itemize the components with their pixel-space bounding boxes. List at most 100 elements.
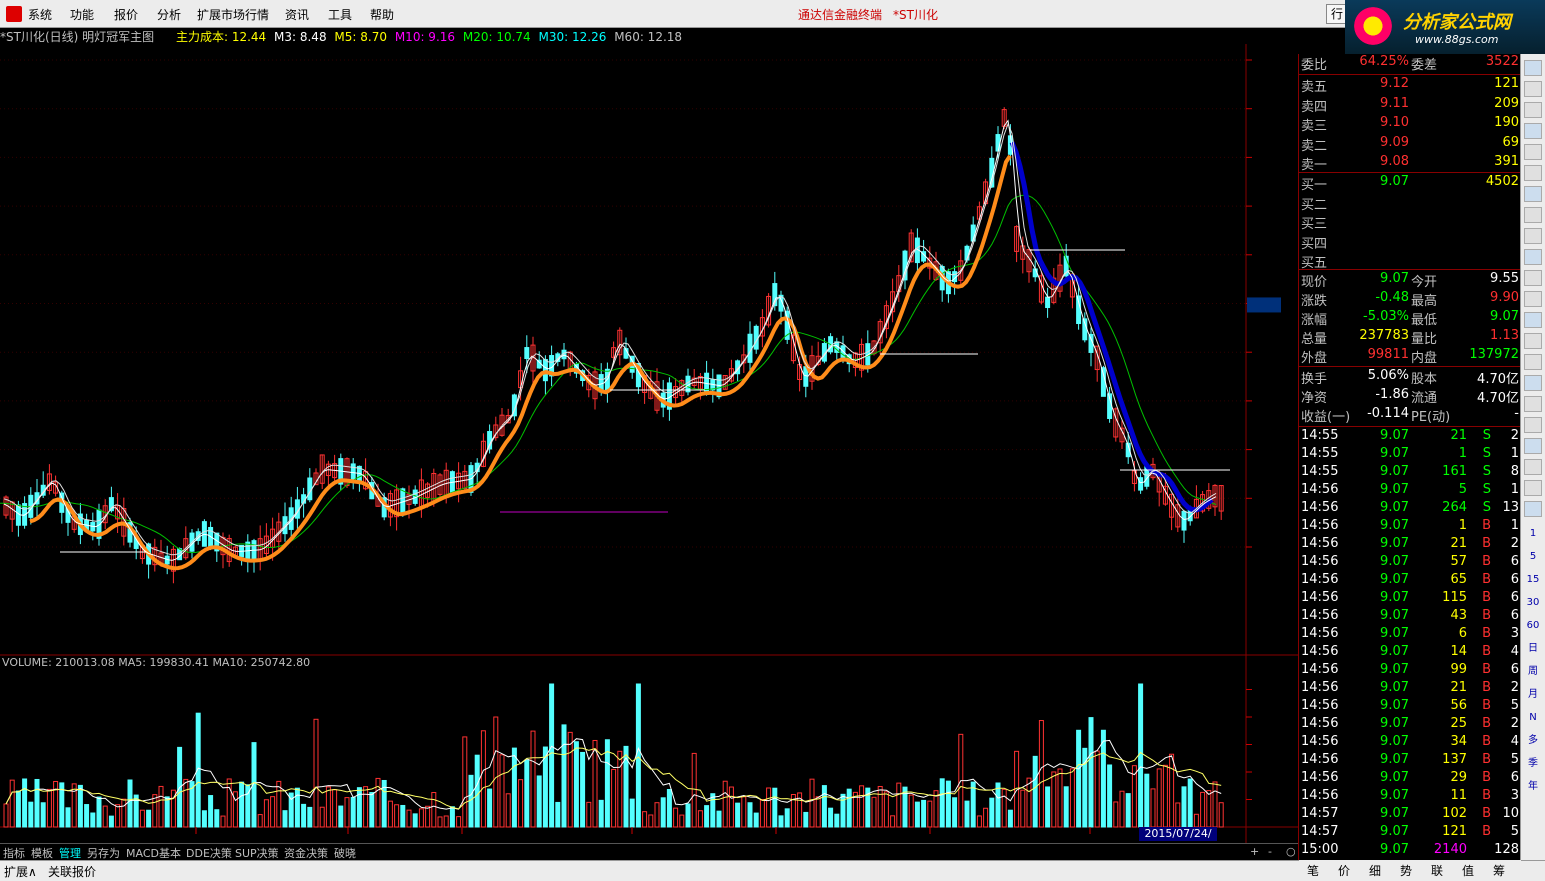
toolbar-tool-icon[interactable] xyxy=(1524,480,1542,496)
panel-tab[interactable]: 势 xyxy=(1400,862,1412,879)
panel-tab[interactable]: 细 xyxy=(1369,862,1381,879)
tick-price: 9.07 xyxy=(1380,572,1409,587)
related-quote-tab[interactable]: 关联报价 xyxy=(48,863,96,880)
toolbar-tool-icon[interactable] xyxy=(1524,459,1542,475)
menu-quote[interactable]: 报价 xyxy=(114,6,138,23)
menu-news[interactable]: 资讯 xyxy=(285,6,309,23)
fin-label: 换手 xyxy=(1301,372,1328,387)
tick-volume: 56 xyxy=(1450,698,1467,713)
menu-function[interactable]: 功能 xyxy=(70,6,94,23)
tick-time: 14:56 xyxy=(1301,644,1339,659)
menu-analysis[interactable]: 分析 xyxy=(157,6,181,23)
tick-side: B xyxy=(1482,608,1491,623)
volume-bar xyxy=(263,799,269,828)
toolbar-tool-icon[interactable] xyxy=(1524,438,1542,454)
indicator-tab[interactable]: 另存为 xyxy=(87,845,120,861)
bid-row: 买三 xyxy=(1299,213,1521,232)
period-button[interactable]: 周 xyxy=(1524,664,1542,680)
fin-value: -0.114 xyxy=(1367,406,1409,421)
period-button[interactable]: N xyxy=(1524,710,1542,726)
indicator-tab[interactable]: 破晓 xyxy=(334,845,356,861)
tab-control-button[interactable]: - xyxy=(1268,845,1272,858)
panel-tab[interactable]: 联 xyxy=(1431,862,1443,879)
volume-bar xyxy=(338,805,344,828)
panel-tab[interactable]: 价 xyxy=(1338,862,1350,879)
toolbar-tool-icon[interactable] xyxy=(1524,144,1542,160)
toolbar-tool-icon[interactable] xyxy=(1524,228,1542,244)
weibi-label: 委比 xyxy=(1301,58,1328,73)
tick-volume: 161 xyxy=(1442,464,1467,479)
ma-m3: M3: 8.48 xyxy=(274,30,327,44)
toolbar-tool-icon[interactable] xyxy=(1524,165,1542,181)
indicator-tab[interactable]: MACD基本 xyxy=(126,845,181,861)
volume-bar xyxy=(158,785,164,828)
menu-ext-market[interactable]: 扩展市场行情 xyxy=(197,6,269,23)
period-button[interactable]: 15 xyxy=(1524,572,1542,588)
tick-row: 15:00 9.07 2140 128 xyxy=(1299,842,1521,861)
candle xyxy=(1026,246,1032,283)
volume-bar xyxy=(1212,781,1218,828)
toolbar-tool-icon[interactable] xyxy=(1524,249,1542,265)
cost-line-orange xyxy=(29,154,1012,571)
indicator-tab[interactable]: 模板 xyxy=(31,845,53,861)
toolbar-tool-icon[interactable] xyxy=(1524,375,1542,391)
toolbar-tool-icon[interactable] xyxy=(1524,207,1542,223)
cost-label: 主力成本: 12.44 xyxy=(175,30,267,44)
indicator-tab[interactable]: SUP决策 xyxy=(235,845,279,861)
indicator-tab[interactable]: 资金决策 xyxy=(284,845,328,861)
tick-time: 14:56 xyxy=(1301,536,1339,551)
candle-body xyxy=(524,347,530,360)
indicator-tab[interactable]: 指标 xyxy=(3,845,25,861)
menu-system[interactable]: 系统 xyxy=(28,6,52,23)
expand-tab[interactable]: 扩展∧ xyxy=(4,863,37,880)
volume-bar xyxy=(1007,809,1013,828)
period-button[interactable]: 年 xyxy=(1524,779,1542,795)
period-button[interactable]: 30 xyxy=(1524,595,1542,611)
kline-chart[interactable] xyxy=(0,44,1298,844)
toolbar-tool-icon[interactable] xyxy=(1524,270,1542,286)
indicator-tab[interactable]: DDE决策 xyxy=(186,845,232,861)
volume-bar xyxy=(1218,802,1224,828)
period-button[interactable]: 月 xyxy=(1524,687,1542,703)
period-button[interactable]: 60 xyxy=(1524,618,1542,634)
volume-bar xyxy=(1138,683,1144,828)
toolbar-tool-icon[interactable] xyxy=(1524,501,1542,517)
toolbar-tool-icon[interactable] xyxy=(1524,396,1542,412)
toolbar-tool-icon[interactable] xyxy=(1524,81,1542,97)
volume-bar xyxy=(716,810,722,828)
candle xyxy=(499,407,505,437)
panel-tab[interactable]: 值 xyxy=(1462,862,1474,879)
volume-bar xyxy=(691,752,697,828)
volume-bar xyxy=(747,802,753,828)
volume-bar xyxy=(387,800,393,828)
toolbar-tool-icon[interactable] xyxy=(1524,354,1542,370)
period-button[interactable]: 5 xyxy=(1524,549,1542,565)
toolbar-tool-icon[interactable] xyxy=(1524,312,1542,328)
ask-volume: 69 xyxy=(1502,134,1519,150)
panel-tab[interactable]: 笔 xyxy=(1307,862,1319,879)
tab-control-button[interactable]: ○ xyxy=(1286,845,1296,858)
toolbar-tool-icon[interactable] xyxy=(1524,60,1542,76)
tab-control-button[interactable]: + xyxy=(1250,845,1259,858)
toolbar-tool-icon[interactable] xyxy=(1524,102,1542,118)
indicator-tab[interactable]: 管理 xyxy=(59,845,81,861)
tick-side: B xyxy=(1482,824,1491,839)
tick-row: 14:56 9.07 99 B 6 xyxy=(1299,662,1521,681)
menu-tools[interactable]: 工具 xyxy=(328,6,352,23)
period-button[interactable]: 日 xyxy=(1524,641,1542,657)
app-logo-icon[interactable] xyxy=(6,6,22,22)
tick-side: B xyxy=(1482,806,1491,821)
toolbar-tool-icon[interactable] xyxy=(1524,417,1542,433)
panel-tab[interactable]: 筹 xyxy=(1493,862,1505,879)
toolbar-tool-icon[interactable] xyxy=(1524,123,1542,139)
volume-bar xyxy=(976,815,982,828)
toolbar-tool-icon[interactable] xyxy=(1524,333,1542,349)
tick-price: 9.07 xyxy=(1380,590,1409,605)
period-button[interactable]: 季 xyxy=(1524,756,1542,772)
menu-help[interactable]: 帮助 xyxy=(370,6,394,23)
period-button[interactable]: 多 xyxy=(1524,733,1542,749)
volume-bar xyxy=(412,813,418,828)
period-button[interactable]: 1 xyxy=(1524,526,1542,542)
toolbar-tool-icon[interactable] xyxy=(1524,291,1542,307)
toolbar-tool-icon[interactable] xyxy=(1524,186,1542,202)
